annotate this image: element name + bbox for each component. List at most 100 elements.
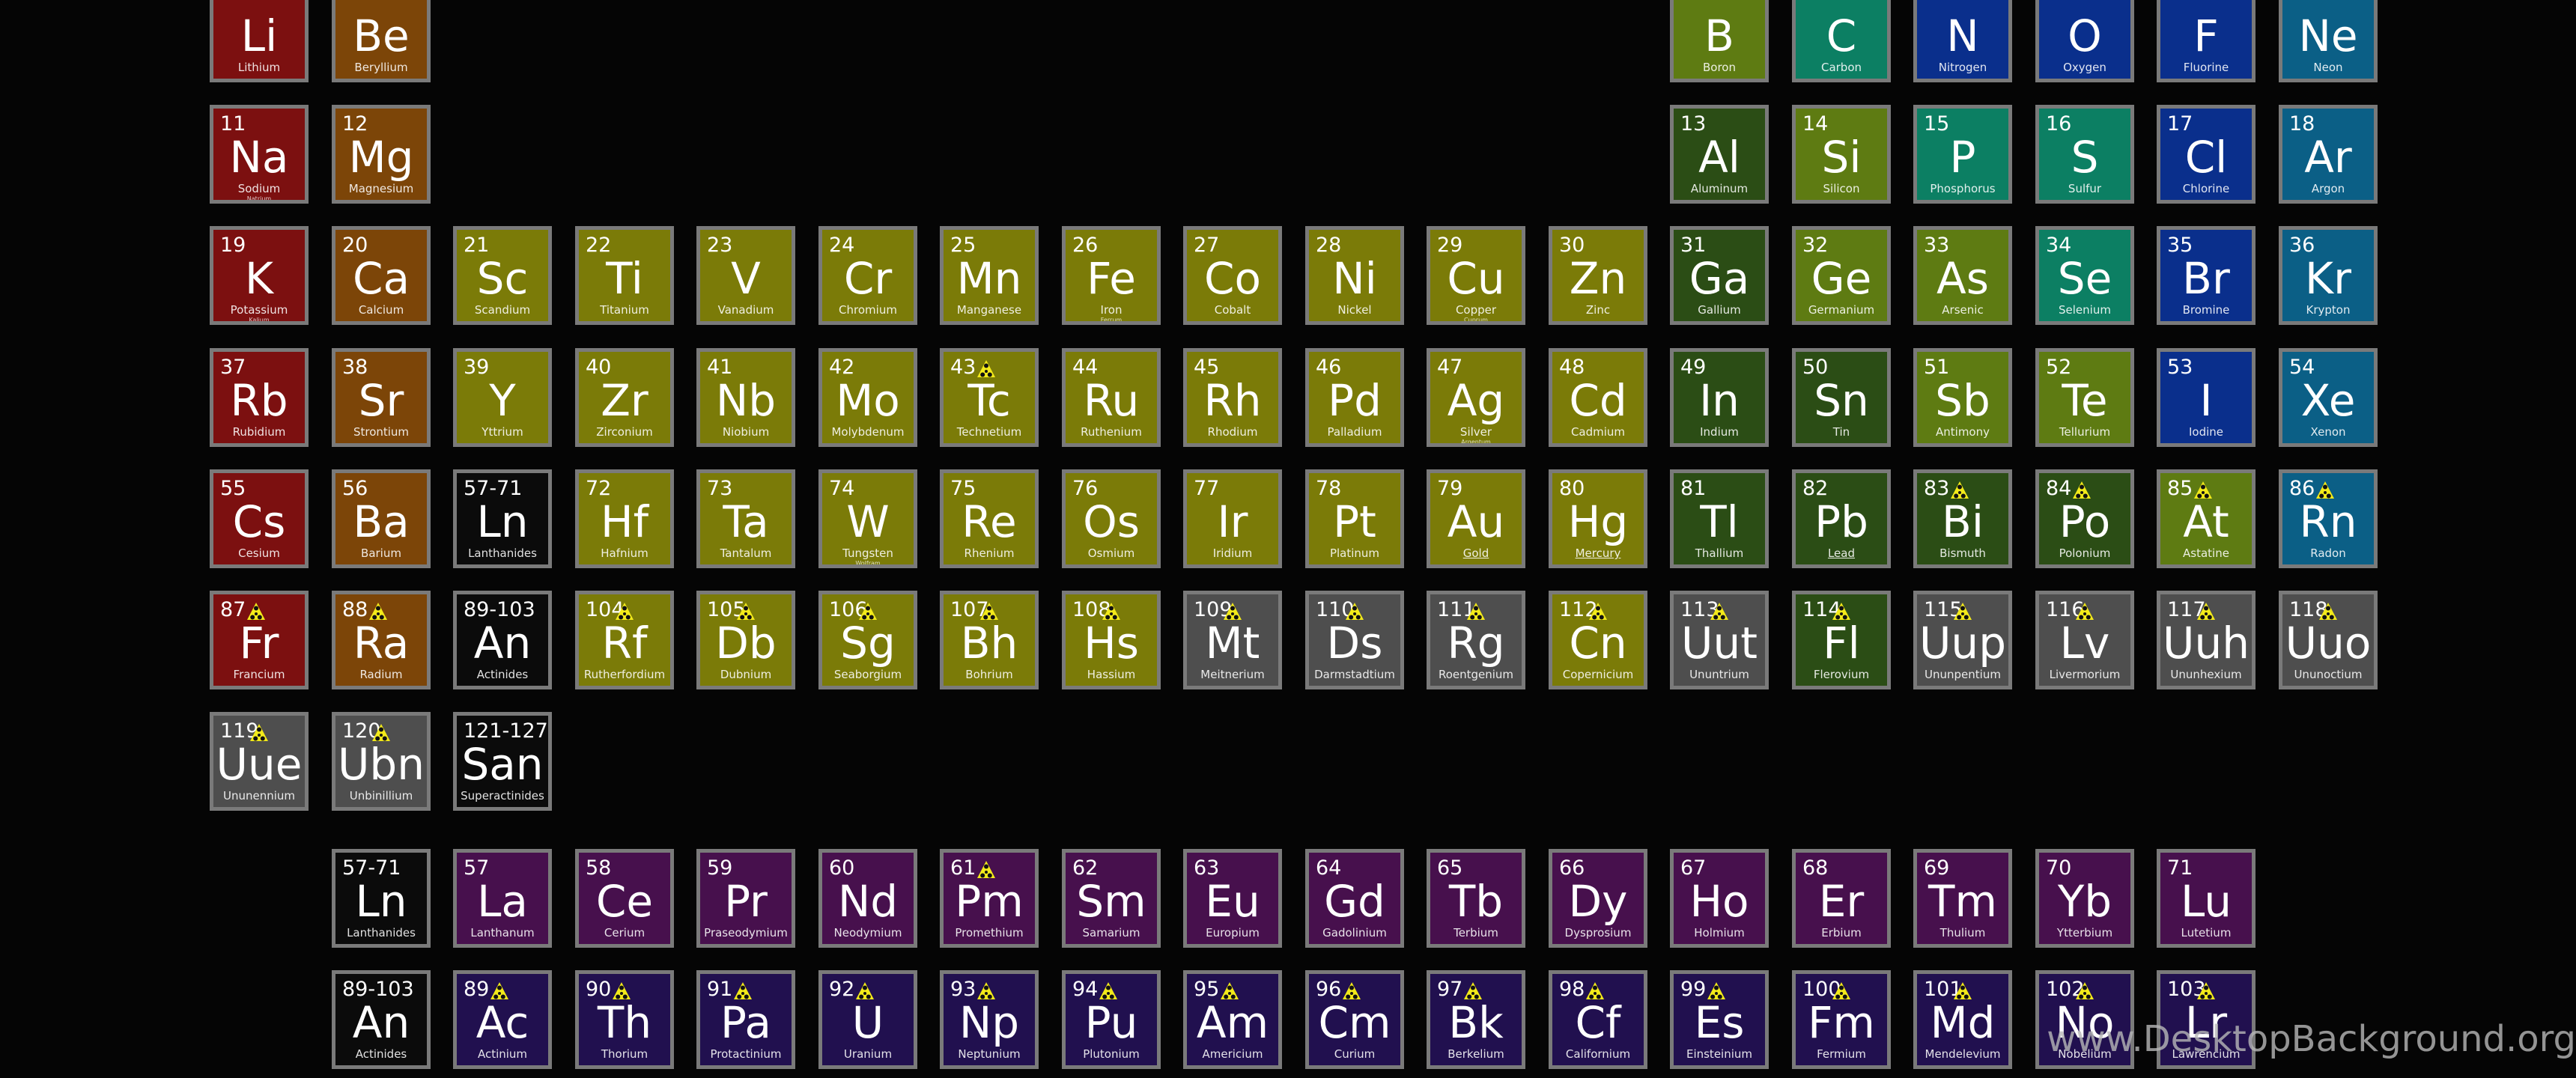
element-symbol: Be xyxy=(353,10,410,61)
element-symbol: Fm xyxy=(1808,997,1875,1048)
element-symbol: Sc xyxy=(476,253,529,304)
element-symbol: Li xyxy=(240,10,278,61)
element-symbol: Ar xyxy=(2304,132,2352,183)
element-latin-name: Cuprum xyxy=(1464,317,1488,323)
element-name: Palladium xyxy=(1327,425,1382,439)
element-name: Uranium xyxy=(843,1047,893,1061)
element-tile-fe: 26 Fe Iron Ferrum xyxy=(1062,226,1161,325)
element-tile-nb: 41 Nb Niobium xyxy=(696,348,795,447)
element-tile-th: 90 Th Thorium xyxy=(575,970,674,1069)
element-name: Silver xyxy=(1459,425,1492,439)
element-tile-xe: 54 Xe Xenon xyxy=(2279,348,2378,447)
element-name: Selenium xyxy=(2059,303,2111,317)
element-name: Cerium xyxy=(604,926,645,940)
element-name: Astatine xyxy=(2183,546,2229,560)
element-tile-ba: 56 Ba Barium xyxy=(332,469,431,568)
element-name: Iron xyxy=(1100,303,1123,317)
element-name: Actinides xyxy=(355,1047,407,1061)
element-tile-fl: 114 Fl Flerovium xyxy=(1792,591,1891,689)
element-tile-mn: 25 Mn Manganese xyxy=(940,226,1039,325)
element-name: Calcium xyxy=(358,303,404,317)
element-symbol: Br xyxy=(2182,253,2230,304)
element-name: Hassium xyxy=(1087,668,1136,681)
element-name: Rubidium xyxy=(232,425,286,439)
element-name: Roentgenium xyxy=(1438,668,1514,681)
element-symbol: Lu xyxy=(2180,876,2232,927)
element-name: Potassium xyxy=(230,303,288,317)
watermark: www.DesktopBackground.org xyxy=(2047,1018,2576,1060)
element-tile-te: 52 Te Tellurium xyxy=(2035,348,2134,447)
element-tile-ds: 110 Ds Darmstadtium xyxy=(1305,591,1404,689)
element-symbol: Re xyxy=(962,496,1017,547)
element-symbol: Th xyxy=(597,997,652,1048)
element-tile-tl: 81 Tl Thallium xyxy=(1670,469,1769,568)
element-symbol: Po xyxy=(2059,496,2111,547)
element-tile-ir: 77 Ir Iridium xyxy=(1183,469,1282,568)
element-name: Antimony xyxy=(1936,425,1990,439)
element-symbol: Cd xyxy=(1569,375,1627,426)
element-tile-v: 23 V Vanadium xyxy=(696,226,795,325)
element-name: Osmium xyxy=(1087,546,1135,560)
element-tile-tm: 69 Tm Thulium xyxy=(1913,849,2012,948)
element-name: Thulium xyxy=(1939,926,1986,940)
element-symbol: Pd xyxy=(1328,375,1382,426)
element-name: Zirconium xyxy=(596,425,653,439)
element-tile-s: 16 S Sulfur xyxy=(2035,105,2134,204)
element-symbol: Hg xyxy=(1567,496,1629,547)
element-tile-ag: 47 Ag Silver Argentum xyxy=(1427,348,1525,447)
element-name: Fermium xyxy=(1817,1047,1866,1061)
element-symbol: K xyxy=(244,253,274,304)
element-tile-db: 105 Db Dubnium xyxy=(696,591,795,689)
element-tile-fm: 100 Fm Fermium xyxy=(1792,970,1891,1069)
element-symbol: Mg xyxy=(348,132,414,183)
element-name: Nickel xyxy=(1337,303,1372,317)
element-name: Bromine xyxy=(2182,303,2230,317)
element-symbol: Es xyxy=(1694,997,1745,1048)
element-symbol: Zr xyxy=(601,375,648,426)
element-symbol: Y xyxy=(489,375,516,426)
element-name: Germanium xyxy=(1808,303,1875,317)
element-tile-yb: 70 Yb Ytterbium xyxy=(2035,849,2134,948)
element-tile-uuh: 117 Uuh Ununhexium xyxy=(2157,591,2255,689)
element-tile-ac: 89 Ac Actinium xyxy=(453,970,552,1069)
element-tile-li: Li Lithium xyxy=(210,0,309,82)
element-symbol: Cn xyxy=(1569,618,1627,669)
element-tile-f: F Fluorine xyxy=(2157,0,2255,82)
element-tile-cl: 17 Cl Chlorine xyxy=(2157,105,2255,204)
element-symbol: Te xyxy=(2062,375,2108,426)
element-symbol: Xe xyxy=(2300,375,2356,426)
element-symbol: An xyxy=(473,618,532,669)
element-name: Ununtrium xyxy=(1689,668,1749,681)
element-name: Seaborgium xyxy=(833,668,902,681)
element-name: Einsteinium xyxy=(1686,1047,1753,1061)
element-symbol: Ba xyxy=(353,496,410,547)
element-name: Terbium xyxy=(1453,926,1498,940)
element-tile-cf: 98 Cf Californium xyxy=(1549,970,1647,1069)
element-symbol: Tm xyxy=(1928,876,1997,927)
element-symbol: Ru xyxy=(1083,375,1140,426)
element-tile-ubn: 120 Ubn Unbinillium xyxy=(332,712,431,811)
element-symbol: Zn xyxy=(1569,253,1627,304)
element-name: Ruthenium xyxy=(1081,425,1142,439)
element-symbol: Sn xyxy=(1814,375,1869,426)
element-name: Iridium xyxy=(1212,546,1253,560)
element-name: Niobium xyxy=(722,425,770,439)
element-tile-ti: 22 Ti Titanium xyxy=(575,226,674,325)
element-latin-name: Kalium xyxy=(249,317,270,323)
element-name: Praseodymium xyxy=(704,926,788,940)
element-tile-as: 33 As Arsenic xyxy=(1913,226,2012,325)
element-name: Ununoctium xyxy=(2294,668,2363,681)
element-symbol: V xyxy=(731,253,761,304)
element-symbol: U xyxy=(851,997,884,1048)
element-tile-pt: 78 Pt Platinum xyxy=(1305,469,1404,568)
element-symbol: Cl xyxy=(2184,132,2228,183)
element-name: Molybdenum xyxy=(831,425,905,439)
element-tile-sb: 51 Sb Antimony xyxy=(1913,348,2012,447)
element-name: Meitnerium xyxy=(1200,668,1265,681)
element-tile-bh: 107 Bh Bohrium xyxy=(940,591,1039,689)
element-symbol: B xyxy=(1704,10,1734,61)
element-symbol: Rb xyxy=(230,375,288,426)
element-tile-la: 57 La Lanthanum xyxy=(453,849,552,948)
element-tile-rf: 104 Rf Rutherfordium xyxy=(575,591,674,689)
element-symbol: F xyxy=(2193,10,2219,61)
